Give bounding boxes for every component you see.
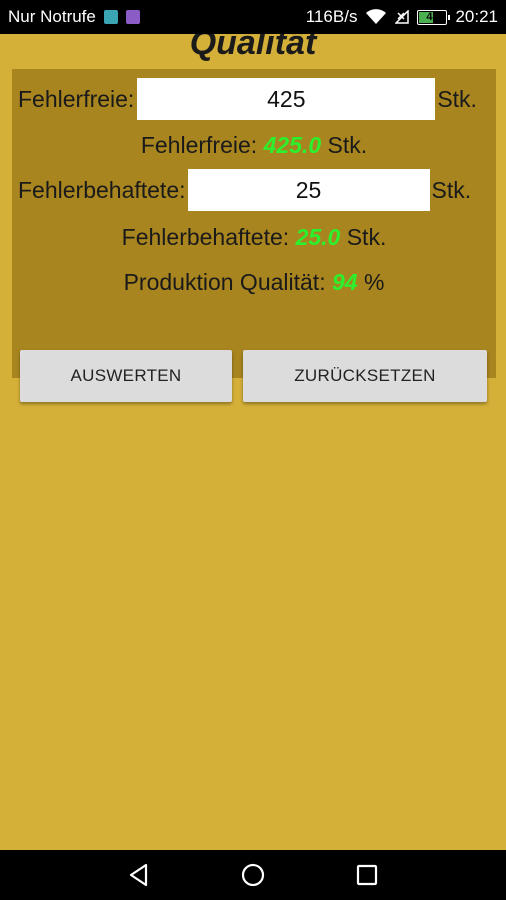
good-parts-input[interactable] [137, 78, 436, 120]
good-parts-unit: Stk. [437, 85, 477, 112]
network-speed: 116B/s [305, 7, 358, 26]
status-bar: Nur Notrufe 116B/s 47 20:21 [0, 0, 506, 34]
good-parts-label: Fehlerfreie: [18, 85, 135, 112]
quality-value: 94 [331, 269, 358, 295]
good-parts-result: Fehlerfreie: 425.0 Stk. [12, 132, 496, 159]
good-result-unit: Stk. [327, 132, 368, 158]
gallery-notification-icon [103, 10, 118, 24]
good-result-value: 425.0 [263, 132, 322, 158]
good-parts-row: Fehlerfreie: Stk. [12, 78, 496, 120]
bad-parts-label: Fehlerbehaftete: [18, 176, 186, 203]
battery-level: 47 [426, 11, 439, 23]
evaluate-button[interactable]: AUSWERTEN [20, 350, 232, 402]
bad-result-value: 25.0 [295, 224, 341, 250]
clock: 20:21 [455, 7, 498, 26]
wifi-icon [366, 9, 387, 24]
no-signal-icon [395, 10, 410, 24]
navigation-bar [0, 850, 506, 900]
calculator-panel: Fehlerfreie: Stk. Fehlerfreie: 425.0 Stk… [12, 69, 496, 402]
home-icon[interactable] [240, 862, 266, 888]
quality-label: Produktion Qualität: [123, 269, 326, 295]
recents-icon[interactable] [354, 862, 380, 888]
battery-icon: 47 [417, 9, 451, 25]
bad-parts-row: Fehlerbehaftete: Stk. [12, 169, 496, 211]
carrier-text: Nur Notrufe [8, 7, 96, 26]
app-notification-icon [125, 10, 140, 24]
bad-result-unit: Stk. [346, 224, 387, 250]
app-content: Qualität Fehlerfreie: Stk. Fehlerfreie: … [0, 34, 506, 850]
good-result-label: Fehlerfreie: [140, 132, 258, 158]
quality-unit: % [363, 269, 385, 295]
reset-button[interactable]: ZURÜCKSETZEN [243, 350, 487, 402]
bad-result-label: Fehlerbehaftete: [121, 224, 290, 250]
bad-parts-result: Fehlerbehaftete: 25.0 Stk. [12, 224, 496, 251]
bad-parts-input[interactable] [187, 169, 430, 211]
page-title: Qualität [189, 34, 317, 62]
back-icon[interactable] [126, 862, 152, 888]
bad-parts-unit: Stk. [431, 176, 472, 203]
quality-result: Produktion Qualität: 94 % [12, 269, 496, 296]
